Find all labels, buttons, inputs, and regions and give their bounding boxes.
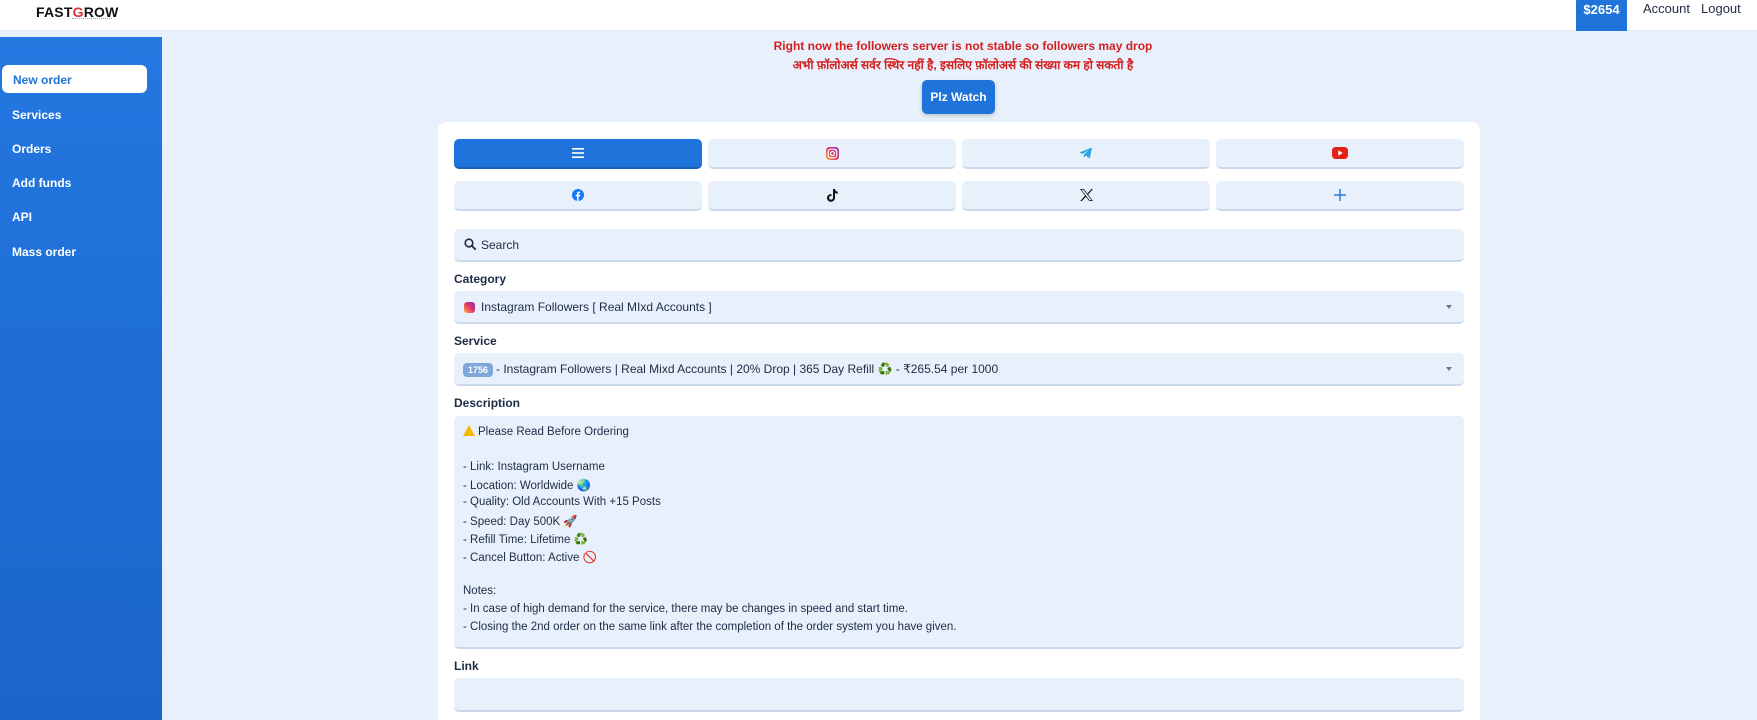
sidebar-item-add-funds[interactable]: Add funds	[12, 176, 71, 190]
sidebar-item-new-order[interactable]: New order	[2, 65, 147, 93]
description-line: - Closing the 2nd order on the same link…	[463, 620, 957, 633]
logo-tagline	[72, 18, 112, 21]
category-label: Category	[454, 272, 507, 286]
sidebar-item-orders[interactable]: Orders	[12, 142, 51, 156]
instagram-icon	[825, 146, 839, 160]
balance-badge[interactable]: $2654	[1576, 0, 1627, 31]
description-line: - Speed: Day 500K 🚀	[463, 515, 578, 528]
top-bar: FASTGROW $2654 Account Logout	[0, 0, 1757, 31]
link-input[interactable]	[454, 678, 1464, 712]
tab-all[interactable]	[454, 139, 702, 169]
search-icon	[464, 238, 476, 250]
logout-link[interactable]: Logout	[1701, 1, 1741, 16]
notice-hindi: अभी फ़ॉलोअर्स सर्वर स्थिर नहीं है, इसलिए…	[792, 58, 1134, 72]
description-line: Please Read Before Ordering	[463, 425, 1455, 443]
description-line: - In case of high demand for the service…	[463, 602, 908, 615]
service-label: Service	[454, 334, 497, 348]
description-line	[463, 443, 1455, 461]
category-value: Instagram Followers [ Real MIxd Accounts…	[481, 300, 712, 314]
telegram-icon	[1079, 147, 1092, 159]
tab-telegram[interactable]	[962, 139, 1210, 169]
chevron-down-icon	[1446, 367, 1452, 371]
chevron-down-icon	[1446, 305, 1452, 309]
description-line: Notes:	[463, 585, 497, 598]
sidebar-item-mass-order[interactable]: Mass order	[12, 245, 76, 259]
watch-button[interactable]: Plz Watch	[922, 80, 995, 114]
category-select[interactable]: Instagram Followers [ Real MIxd Accounts…	[454, 291, 1464, 324]
description-line: - Quality: Old Accounts With +15 Posts	[463, 496, 661, 509]
search-input[interactable]: Search	[454, 229, 1464, 262]
notice-english: Right now the followers server is not st…	[773, 39, 1153, 53]
sidebar-item-api[interactable]: API	[12, 210, 32, 224]
description-line	[463, 567, 1455, 585]
x-icon	[1079, 189, 1093, 201]
link-label: Link	[454, 659, 479, 673]
description-box: Please Read Before Ordering - Link: Inst…	[454, 416, 1464, 649]
instagram-icon	[464, 302, 475, 313]
menu-icon	[572, 148, 584, 158]
sidebar: New order Services Orders Add funds API …	[0, 37, 162, 720]
youtube-icon	[1332, 147, 1348, 159]
tab-tiktok[interactable]	[708, 181, 956, 211]
description-line: - Refill Time: Lifetime ♻️	[463, 533, 588, 546]
sidebar-item-services[interactable]: Services	[12, 108, 61, 122]
tiktok-icon	[826, 188, 838, 202]
description-line: - Link: Instagram Username	[463, 460, 605, 473]
description-line: - Cancel Button: Active 🚫	[463, 551, 597, 564]
facebook-icon	[572, 189, 584, 201]
tab-youtube[interactable]	[1216, 139, 1464, 169]
logo-text-1: FAST	[36, 4, 73, 20]
account-link[interactable]: Account	[1643, 1, 1690, 16]
description-label: Description	[454, 396, 521, 410]
description-line: - Location: Worldwide 🌏	[463, 480, 591, 493]
plus-icon	[1334, 189, 1346, 201]
warning-icon	[463, 425, 475, 436]
service-value: - Instagram Followers | Real Mixd Accoun…	[496, 362, 999, 376]
tab-instagram[interactable]	[708, 139, 956, 169]
tab-facebook[interactable]	[454, 181, 702, 211]
search-placeholder: Search	[481, 238, 520, 252]
tab-x[interactable]	[962, 181, 1210, 211]
service-select[interactable]: 1756 - Instagram Followers | Real Mixd A…	[454, 353, 1464, 386]
tab-other[interactable]	[1216, 181, 1464, 211]
service-id-badge: 1756	[463, 363, 494, 377]
